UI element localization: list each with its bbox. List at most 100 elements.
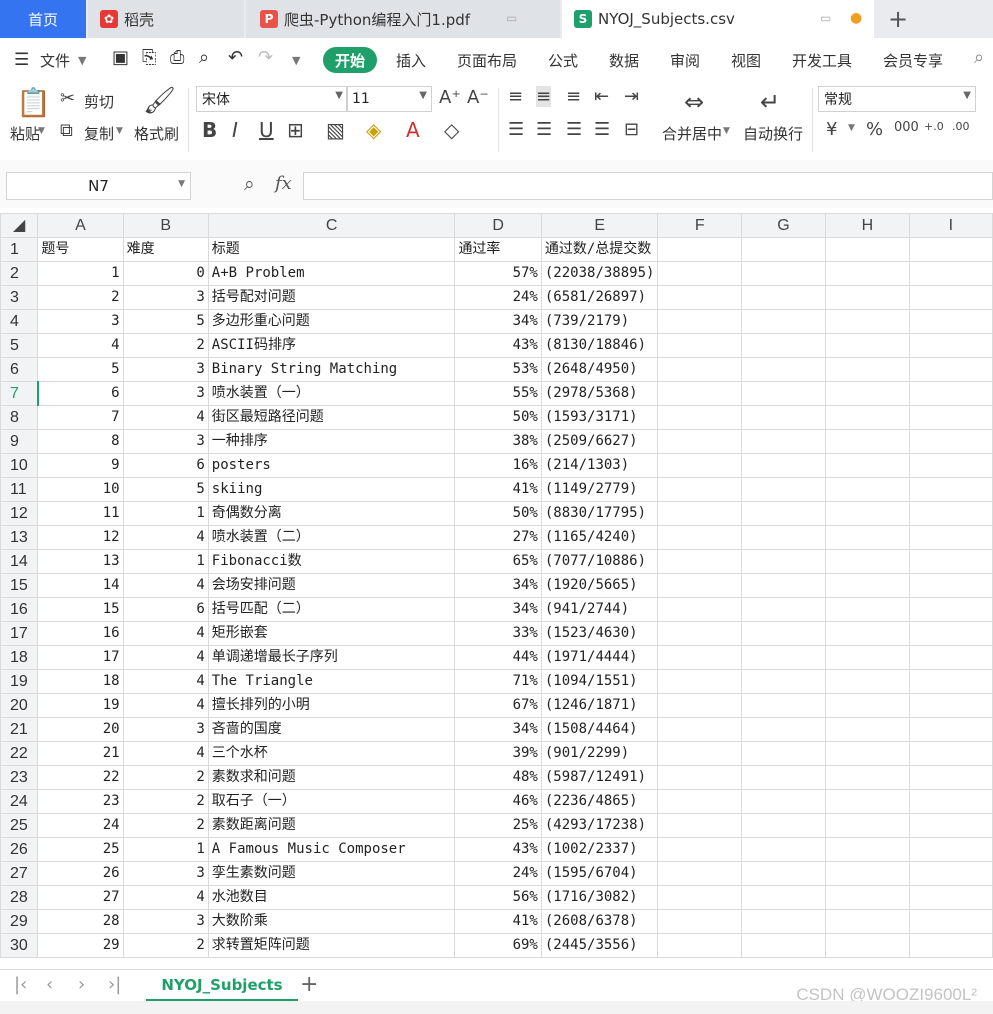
chevron-down-icon[interactable]: ▼: [78, 54, 86, 67]
cell-f18[interactable]: [657, 645, 743, 670]
cell-e20[interactable]: (1246/1871): [540, 693, 659, 718]
paste-button[interactable]: 粘贴: [10, 123, 40, 144]
row-header[interactable]: 15: [0, 573, 39, 598]
cell-b29[interactable]: 3: [122, 909, 209, 934]
cell-h28[interactable]: [824, 885, 910, 910]
cell-h10[interactable]: [824, 453, 910, 478]
cell-a13[interactable]: 12: [37, 525, 124, 550]
formula-input[interactable]: [303, 172, 993, 200]
distribute-icon[interactable]: ⊟: [624, 119, 639, 140]
table-row[interactable]: 25 24 2 素数距离问题 25% (4293/17238): [0, 813, 993, 838]
cell-i27[interactable]: [908, 861, 993, 886]
increase-decimal-icon[interactable]: +.0: [924, 120, 944, 133]
cell-c16[interactable]: 括号匹配（二）: [207, 597, 456, 622]
cell-a24[interactable]: 23: [37, 789, 124, 814]
cell-d16[interactable]: 34%: [454, 597, 542, 622]
cell-h12[interactable]: [824, 501, 910, 526]
menu-insert[interactable]: 插入: [396, 50, 426, 71]
table-row[interactable]: 5 4 2 ASCII码排序 43% (8130/18846): [0, 333, 993, 358]
cell-c1[interactable]: 标题: [207, 237, 456, 262]
cell-g24[interactable]: [741, 789, 826, 814]
cell-b7[interactable]: 3: [122, 381, 209, 406]
cell-i5[interactable]: [908, 333, 993, 358]
cell-g12[interactable]: [741, 501, 826, 526]
cell-b3[interactable]: 3: [122, 285, 209, 310]
zoom-formula-icon[interactable]: ⌕: [244, 173, 255, 195]
next-sheet-icon[interactable]: ›: [78, 974, 85, 995]
cell-f6[interactable]: [657, 357, 743, 382]
wrap-text-button[interactable]: 自动换行: [743, 123, 803, 144]
menu-vip[interactable]: 会员专享: [883, 50, 943, 71]
cell-c25[interactable]: 素数距离问题: [207, 813, 456, 838]
row-header[interactable]: 12: [0, 501, 39, 526]
cell-e29[interactable]: (2608/6378): [540, 909, 659, 934]
cell-h9[interactable]: [824, 429, 910, 454]
table-row[interactable]: 9 8 3 一种排序 38% (2509/6627): [0, 429, 993, 454]
cell-g6[interactable]: [741, 357, 826, 382]
cell-b19[interactable]: 4: [122, 669, 209, 694]
cell-b9[interactable]: 3: [122, 429, 209, 454]
cell-d11[interactable]: 41%: [454, 477, 542, 502]
column-header-f[interactable]: F: [657, 213, 743, 238]
menu-page-layout[interactable]: 页面布局: [457, 50, 517, 71]
table-row[interactable]: 3 2 3 括号配对问题 24% (6581/26897): [0, 285, 993, 310]
chevron-down-icon[interactable]: ▼: [116, 126, 123, 136]
row-header[interactable]: 19: [0, 669, 39, 694]
cell-b6[interactable]: 3: [122, 357, 209, 382]
cell-f17[interactable]: [657, 621, 743, 646]
cell-c21[interactable]: 吝啬的国度: [207, 717, 456, 742]
cell-f22[interactable]: [657, 741, 743, 766]
cell-c26[interactable]: A Famous Music Composer: [207, 837, 456, 862]
cell-h22[interactable]: [824, 741, 910, 766]
cell-a10[interactable]: 9: [37, 453, 124, 478]
copy-icon[interactable]: ⧉: [60, 120, 73, 141]
cell-a23[interactable]: 22: [37, 765, 124, 790]
cell-a21[interactable]: 20: [37, 717, 124, 742]
row-header[interactable]: 11: [0, 477, 39, 502]
search-icon[interactable]: ⌕: [974, 47, 984, 68]
cell-a19[interactable]: 18: [37, 669, 124, 694]
cell-f14[interactable]: [657, 549, 743, 574]
table-row[interactable]: 21 20 3 吝啬的国度 34% (1508/4464): [0, 717, 993, 742]
cell-h15[interactable]: [824, 573, 910, 598]
cell-g21[interactable]: [741, 717, 826, 742]
cell-f27[interactable]: [657, 861, 743, 886]
cell-b17[interactable]: 4: [122, 621, 209, 646]
cell-b11[interactable]: 5: [122, 477, 209, 502]
cell-b26[interactable]: 1: [122, 837, 209, 862]
row-header[interactable]: 30: [0, 933, 39, 958]
table-row[interactable]: 26 25 1 A Famous Music Composer 43% (1002/233…: [0, 837, 993, 862]
cell-g25[interactable]: [741, 813, 826, 838]
scissors-icon[interactable]: ✂: [60, 88, 75, 109]
cell-a16[interactable]: 15: [37, 597, 124, 622]
cell-h24[interactable]: [824, 789, 910, 814]
cell-c23[interactable]: 素数求和问题: [207, 765, 456, 790]
cell-b16[interactable]: 6: [122, 597, 209, 622]
cell-e8[interactable]: (1593/3171): [540, 405, 659, 430]
cell-e27[interactable]: (1595/6704): [540, 861, 659, 886]
border-icon[interactable]: ⊞: [287, 118, 304, 142]
cell-c13[interactable]: 喷水装置（二）: [207, 525, 456, 550]
align-center-icon[interactable]: ☰: [536, 119, 552, 140]
cell-e24[interactable]: (2236/4865): [540, 789, 659, 814]
cell-e15[interactable]: (1920/5665): [540, 573, 659, 598]
tab-csv-document[interactable]: S NYOJ_Subjects.csv ▭ ●: [562, 0, 874, 38]
select-all-corner[interactable]: ◢: [0, 213, 39, 238]
merge-center-button[interactable]: 合并居中: [662, 123, 722, 144]
cell-b15[interactable]: 4: [122, 573, 209, 598]
table-row[interactable]: 4 3 5 多边形重心问题 34% (739/2179): [0, 309, 993, 334]
row-header[interactable]: 6: [0, 357, 39, 382]
cell-h11[interactable]: [824, 477, 910, 502]
cell-c11[interactable]: skiing: [207, 477, 456, 502]
cell-i13[interactable]: [908, 525, 993, 550]
cell-d9[interactable]: 38%: [454, 429, 542, 454]
cell-h3[interactable]: [824, 285, 910, 310]
row-header[interactable]: 18: [0, 645, 39, 670]
cell-f15[interactable]: [657, 573, 743, 598]
table-row[interactable]: 18 17 4 单调递增最长子序列 44% (1971/4444): [0, 645, 993, 670]
export-icon[interactable]: ⎘: [142, 47, 156, 68]
cell-e26[interactable]: (1002/2337): [540, 837, 659, 862]
cell-a12[interactable]: 11: [37, 501, 124, 526]
column-header-a[interactable]: A: [37, 213, 124, 238]
cell-g9[interactable]: [741, 429, 826, 454]
